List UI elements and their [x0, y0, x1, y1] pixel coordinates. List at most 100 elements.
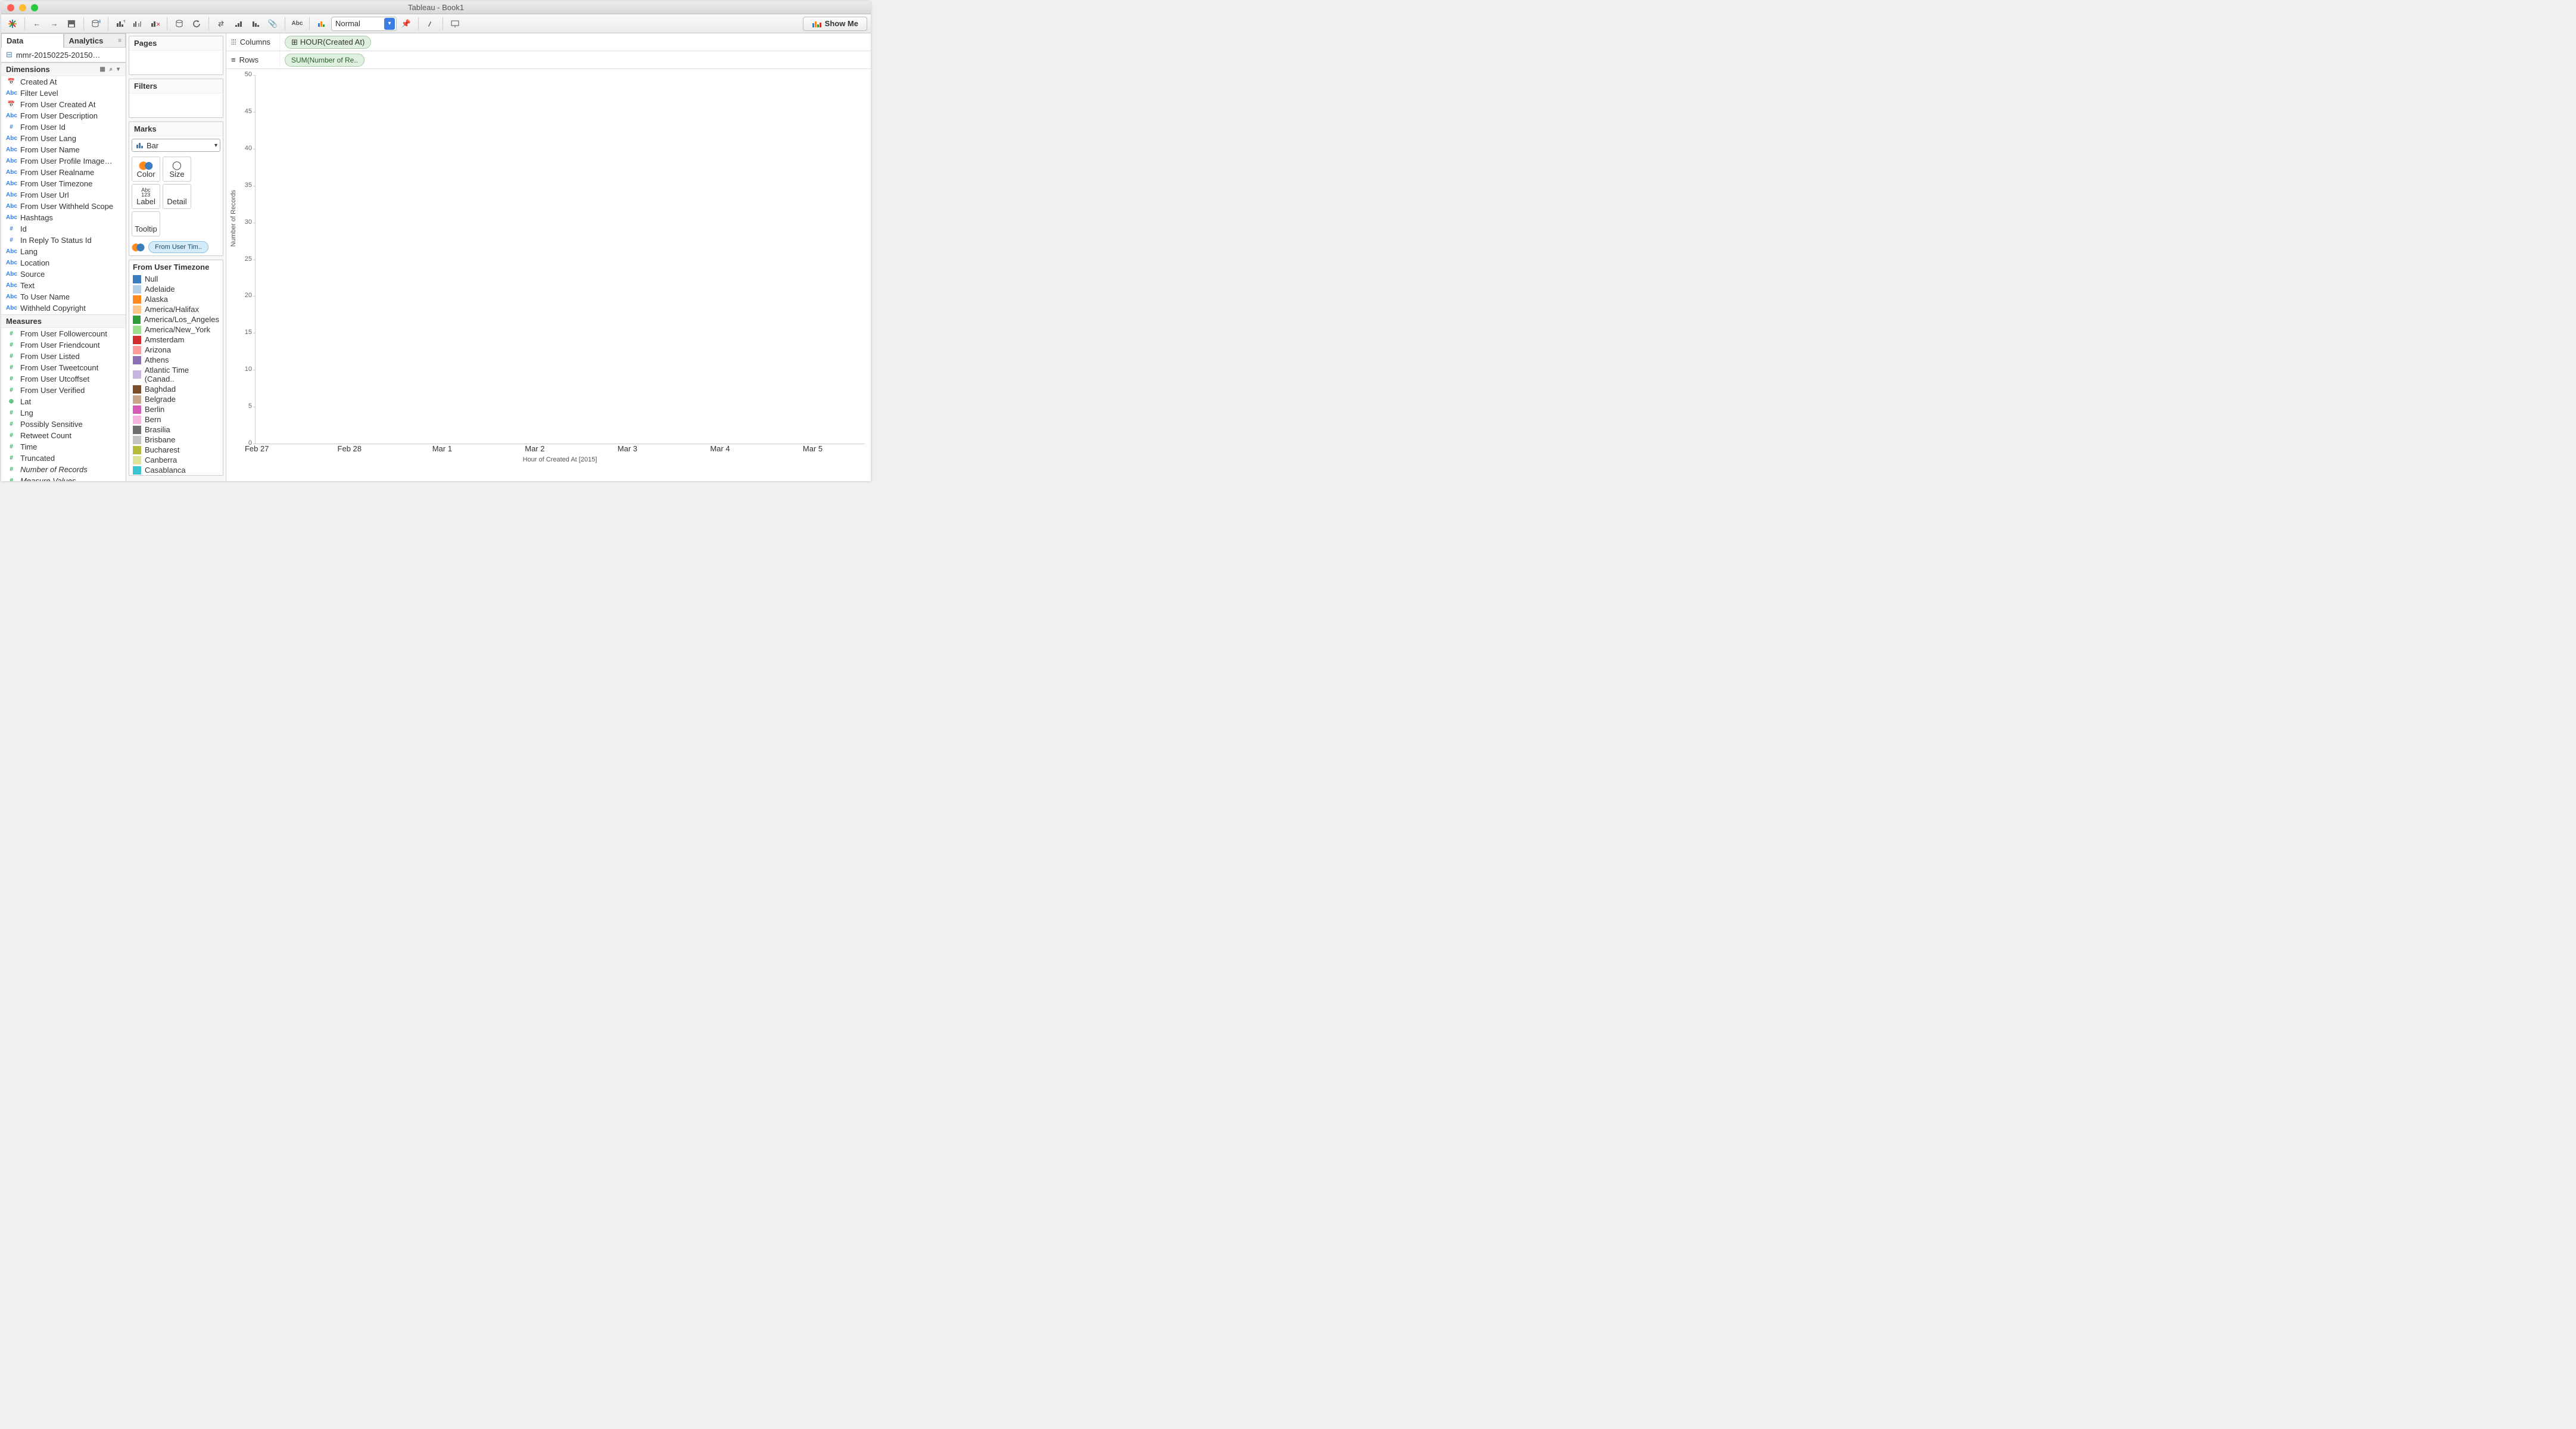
legend-item[interactable]: Arizona — [129, 345, 223, 355]
measure-field[interactable]: #From User Verified — [1, 385, 126, 396]
dimension-field[interactable]: AbcFrom User Realname — [1, 167, 126, 178]
y-tick-label: 40 — [234, 145, 252, 152]
save-icon[interactable] — [64, 17, 79, 31]
dimension-field[interactable]: #Id — [1, 223, 126, 235]
measure-field[interactable]: #Retweet Count — [1, 430, 126, 441]
dimension-field[interactable]: AbcSource — [1, 269, 126, 280]
label-button[interactable]: Abc123Label — [132, 184, 160, 209]
legend-swatch — [133, 336, 141, 344]
labels-icon[interactable]: Abc — [289, 17, 305, 31]
pin-icon[interactable]: 📌 — [398, 17, 414, 31]
color-button[interactable]: ⬤⬤Color — [132, 157, 160, 182]
columns-shelf[interactable]: ⦙⦙⦙Columns ⊞HOUR(Created At) — [226, 33, 871, 51]
dimension-field[interactable]: AbcFrom User Name — [1, 144, 126, 155]
measure-field[interactable]: #Lng — [1, 407, 126, 419]
legend-item[interactable]: America/Halifax — [129, 304, 223, 314]
y-tick-label: 45 — [234, 108, 252, 115]
dimension-field[interactable]: AbcFrom User Timezone — [1, 178, 126, 189]
measure-field[interactable]: #Number of Records — [1, 464, 126, 475]
size-button[interactable]: ◯Size — [163, 157, 191, 182]
legend-item[interactable]: Belgrade — [129, 394, 223, 404]
measure-field[interactable]: #From User Followercount — [1, 328, 126, 339]
fit-select[interactable]: Normal▾ — [331, 17, 397, 31]
dimension-field[interactable]: AbcWithheld Copyright — [1, 302, 126, 314]
chart[interactable]: Number of Records 05101520253035404550 F… — [226, 69, 871, 481]
dimension-field[interactable]: AbcFrom User Url — [1, 189, 126, 201]
columns-pill[interactable]: ⊞HOUR(Created At) — [285, 36, 371, 49]
measure-field[interactable]: #From User Tweetcount — [1, 362, 126, 373]
legend-item[interactable]: Atlantic Time (Canad.. — [129, 365, 223, 384]
dimension-field[interactable]: AbcTo User Name — [1, 291, 126, 302]
dimension-field[interactable]: AbcText — [1, 280, 126, 291]
measure-field[interactable]: #Truncated — [1, 453, 126, 464]
dimension-field[interactable]: AbcHashtags — [1, 212, 126, 223]
dimension-field[interactable]: AbcLang — [1, 246, 126, 257]
sort-asc-icon[interactable] — [230, 17, 246, 31]
field-type-icon: # — [6, 330, 17, 337]
sort-desc-icon[interactable] — [248, 17, 263, 31]
dimension-field[interactable]: AbcFrom User Lang — [1, 133, 126, 144]
legend-item[interactable]: Bern — [129, 414, 223, 425]
legend-item[interactable]: Canberra — [129, 455, 223, 465]
clear-sheet-icon[interactable]: × — [147, 17, 163, 31]
dimension-field[interactable]: #In Reply To Status Id — [1, 235, 126, 246]
detail-button[interactable]: Detail — [163, 184, 191, 209]
measure-field[interactable]: #Possibly Sensitive — [1, 419, 126, 430]
forward-icon[interactable]: → — [46, 17, 62, 31]
legend-item[interactable]: Bucharest — [129, 445, 223, 455]
measure-field[interactable]: #From User Listed — [1, 351, 126, 362]
tab-data[interactable]: Data — [1, 33, 64, 48]
legend-swatch — [133, 456, 141, 464]
tooltip-button[interactable]: Tooltip — [132, 211, 160, 236]
dimension-field[interactable]: AbcFrom User Profile Image… — [1, 155, 126, 167]
legend-item[interactable]: Brasilia — [129, 425, 223, 435]
dimension-field[interactable]: AbcFrom User Withheld Scope — [1, 201, 126, 212]
measure-field[interactable]: ⊕Lat — [1, 396, 126, 407]
logo-icon[interactable] — [5, 17, 20, 31]
datasource-item[interactable]: ⊟ mmr-20150225-20150… — [1, 48, 126, 63]
dimension-field[interactable]: #From User Id — [1, 121, 126, 133]
new-datasource-icon[interactable]: + — [88, 17, 104, 31]
fit-icon[interactable] — [314, 17, 329, 31]
field-type-icon: # — [6, 387, 17, 394]
swap-icon[interactable] — [213, 17, 229, 31]
color-pill[interactable]: From User Tim.. — [148, 241, 208, 253]
measure-field[interactable]: #Time — [1, 441, 126, 453]
dimension-field[interactable]: 📅Created At — [1, 76, 126, 88]
back-icon[interactable]: ← — [29, 17, 45, 31]
legend-item[interactable]: Alaska — [129, 294, 223, 304]
dimension-field[interactable]: AbcFilter Level — [1, 88, 126, 99]
dimension-field[interactable]: AbcFrom User Description — [1, 110, 126, 121]
rows-pill[interactable]: SUM(Number of Re.. — [285, 54, 365, 67]
connect-icon[interactable] — [172, 17, 187, 31]
duplicate-sheet-icon[interactable] — [130, 17, 145, 31]
measure-field[interactable]: #From User Utcoffset — [1, 373, 126, 385]
show-me-button[interactable]: Show Me — [803, 17, 867, 31]
legend-item[interactable]: Athens — [129, 355, 223, 365]
legend-item[interactable]: Brisbane — [129, 435, 223, 445]
dimension-field[interactable]: AbcLocation — [1, 257, 126, 269]
tab-analytics[interactable]: Analytics≡ — [64, 33, 126, 48]
legend-item[interactable]: America/Los_Angeles — [129, 314, 223, 325]
new-worksheet-icon[interactable]: + — [113, 17, 128, 31]
measure-field[interactable]: #From User Friendcount — [1, 339, 126, 351]
legend-item[interactable]: Berlin — [129, 404, 223, 414]
legend-item[interactable]: Adelaide — [129, 284, 223, 294]
refresh-icon[interactable] — [189, 17, 204, 31]
dimensions-tools-icon[interactable]: ▦ ⌕ ▾ — [99, 66, 121, 73]
highlight-icon[interactable] — [423, 17, 438, 31]
attach-icon[interactable]: 📎 — [265, 17, 281, 31]
legend-item[interactable]: America/New_York — [129, 325, 223, 335]
pages-shelf[interactable]: Pages — [129, 36, 223, 75]
legend-item[interactable]: Amsterdam — [129, 335, 223, 345]
rows-shelf[interactable]: ≡Rows SUM(Number of Re.. — [226, 51, 871, 69]
measure-field[interactable]: #Measure Values — [1, 475, 126, 481]
presentation-icon[interactable] — [447, 17, 463, 31]
legend-item[interactable]: Baghdad — [129, 384, 223, 394]
legend-item[interactable]: Casablanca — [129, 465, 223, 475]
mark-type-select[interactable]: Bar▾ — [132, 139, 220, 152]
legend-item[interactable]: Null — [129, 274, 223, 284]
filters-shelf[interactable]: Filters — [129, 79, 223, 118]
dimension-field[interactable]: 📅From User Created At — [1, 99, 126, 110]
x-tick-label: Mar 5 — [803, 444, 823, 453]
